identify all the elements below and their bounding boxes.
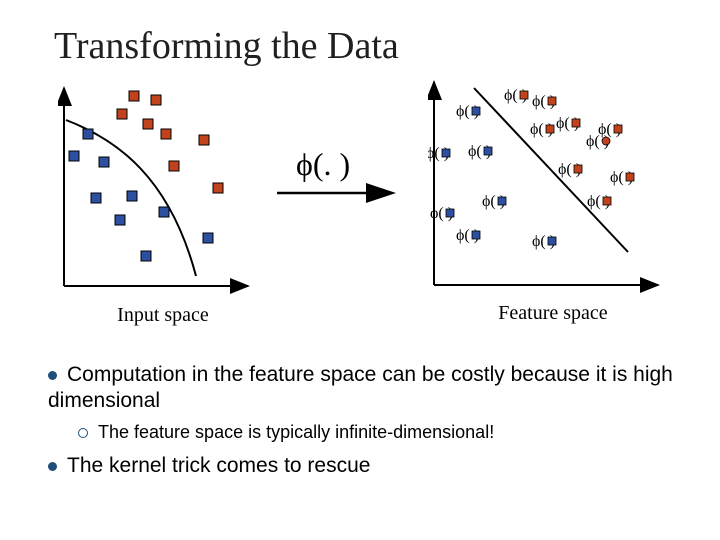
input-space-label: Input space [58, 304, 268, 327]
bullet-1a: The feature space is typically infinite-… [78, 421, 676, 444]
phi-red-marker: ϕ( ) [532, 93, 556, 110]
separating-line [474, 88, 628, 252]
phi-red-marker: ϕ( ) [586, 133, 610, 150]
phi-red-marker: ϕ( ) [556, 115, 580, 132]
bullet-1a-text: The feature space is typically infinite-… [98, 422, 494, 442]
feature-space-label: Feature space [428, 302, 678, 325]
phi-red-marker: ϕ( ) [610, 169, 634, 186]
red-square-marker [169, 161, 179, 171]
bullet-disc-icon [48, 371, 57, 380]
feature-space-svg: ϕ( )ϕ( )ϕ( )ϕ( )ϕ( )ϕ( )ϕ( )ϕ( )ϕ( )ϕ( )… [428, 80, 678, 300]
red-square-marker [151, 95, 161, 105]
blue-square-marker [83, 129, 93, 139]
phi-function-label: ϕ(. ) [296, 146, 350, 183]
blue-square-marker [91, 193, 101, 203]
bullet-2: The kernel trick comes to rescue [48, 453, 676, 479]
feature-space-plot: ϕ( )ϕ( )ϕ( )ϕ( )ϕ( )ϕ( )ϕ( )ϕ( )ϕ( )ϕ( )… [428, 80, 678, 305]
phi-blue-marker: ϕ( ) [456, 103, 480, 120]
red-square-marker [129, 91, 139, 101]
bullet-1-text: Computation in the feature space can be … [48, 363, 673, 412]
blue-square-marker [99, 157, 109, 167]
blue-square-marker [69, 151, 79, 161]
bullet-1: Computation in the feature space can be … [48, 362, 676, 443]
phi-red-marker: ϕ( ) [587, 193, 611, 210]
phi-red-marker: ϕ( ) [530, 121, 554, 138]
input-space-plot: Input space [58, 86, 268, 301]
bullet-body: Computation in the feature space can be … [44, 362, 676, 479]
page-title: Transforming the Data [54, 24, 676, 68]
phi-blue-marker: ϕ( ) [428, 145, 450, 162]
red-square-marker [199, 135, 209, 145]
blue-square-marker [127, 191, 137, 201]
blue-square-marker [141, 251, 151, 261]
phi-blue-marker: ϕ( ) [482, 193, 506, 210]
mapping-arrow [273, 181, 403, 209]
phi-red-marker: ϕ( ) [558, 161, 582, 178]
red-square-marker [143, 119, 153, 129]
phi-blue-marker: ϕ( ) [468, 143, 492, 160]
red-square-marker [213, 183, 223, 193]
phi-blue-marker: ϕ( ) [456, 227, 480, 244]
red-square-marker [161, 129, 171, 139]
bullet-disc-icon [48, 462, 57, 471]
blue-square-marker [115, 215, 125, 225]
input-space-svg [58, 86, 258, 296]
blue-square-marker [203, 233, 213, 243]
bullet-ring-icon [78, 428, 88, 438]
phi-blue-marker: ϕ( ) [430, 205, 454, 222]
phi-red-marker: ϕ( ) [504, 87, 528, 104]
red-square-marker [117, 109, 127, 119]
bullet-2-text: The kernel trick comes to rescue [67, 454, 370, 477]
diagram-row: Input space ϕ(. ) ϕ( )ϕ( )ϕ( )ϕ( )ϕ( )ϕ(… [48, 76, 688, 356]
blue-square-marker [159, 207, 169, 217]
phi-blue-marker: ϕ( ) [532, 233, 556, 250]
